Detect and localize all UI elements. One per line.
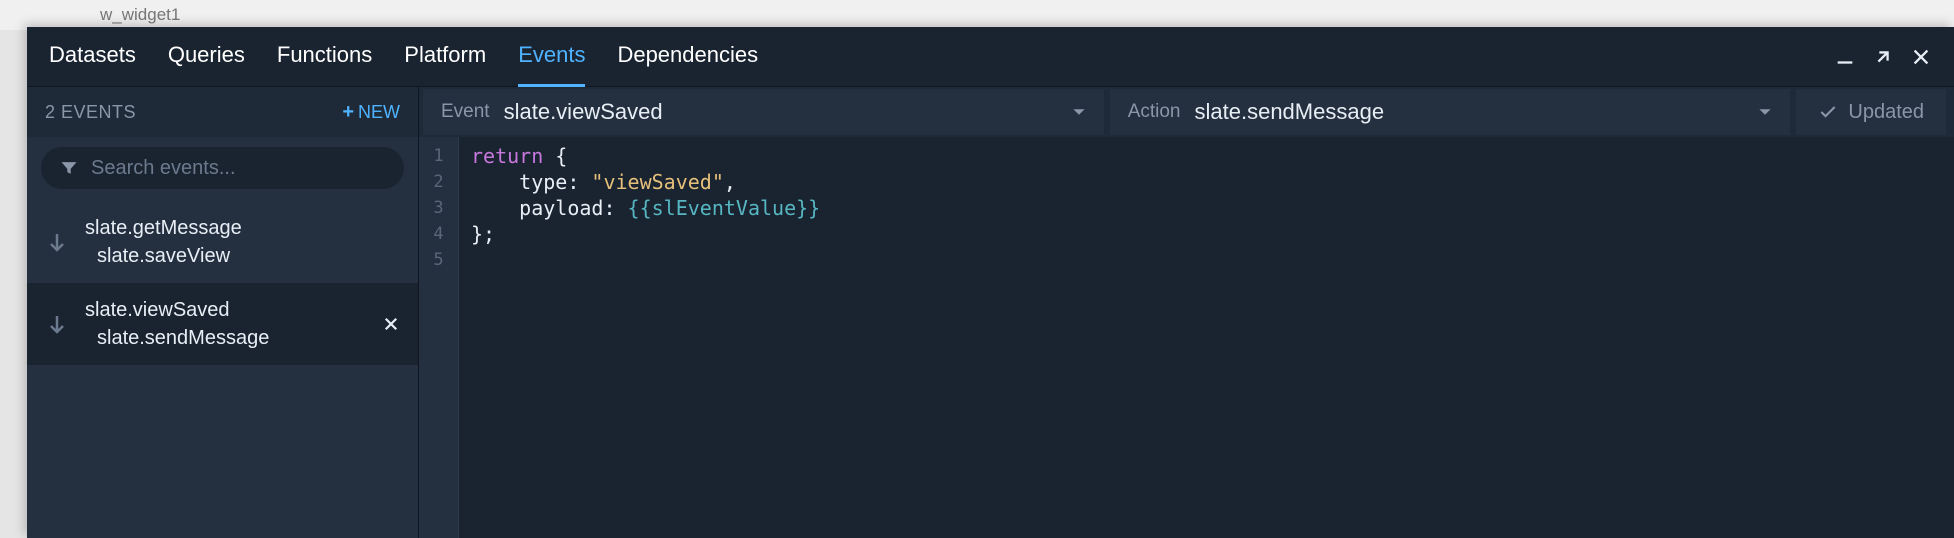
status-button: Updated bbox=[1796, 89, 1946, 135]
code-token-plain: type: bbox=[471, 170, 591, 194]
tabs-bar: Datasets Queries Functions Platform Events De… bbox=[27, 27, 1954, 87]
arrow-down-icon bbox=[45, 312, 69, 336]
tab-datasets[interactable]: Datasets bbox=[49, 27, 136, 87]
window-controls bbox=[1834, 46, 1932, 68]
events-sidebar: 2 EVENTS + NEW slate.getMessageslate.sav… bbox=[27, 87, 419, 538]
code-token-brace: { bbox=[555, 144, 567, 168]
event-item-action: slate.sendMessage bbox=[85, 325, 366, 351]
panel-body: 2 EVENTS + NEW slate.getMessageslate.sav… bbox=[27, 87, 1954, 538]
tab-functions[interactable]: Functions bbox=[277, 27, 372, 87]
caret-down-icon bbox=[1758, 105, 1772, 119]
gutter-line-number: 5 bbox=[419, 247, 458, 273]
event-dd-label: Event bbox=[441, 101, 490, 123]
action-dd-value: slate.sendMessage bbox=[1195, 99, 1745, 125]
new-event-button[interactable]: + NEW bbox=[342, 101, 400, 124]
config-bar: Event slate.viewSaved Action slate.sendM… bbox=[419, 87, 1954, 137]
event-item-texts: slate.getMessageslate.saveView bbox=[85, 215, 400, 269]
arrow-down-icon bbox=[45, 230, 69, 254]
code-token-string: "viewSaved" bbox=[591, 170, 723, 194]
tab-dependencies[interactable]: Dependencies bbox=[617, 27, 758, 87]
event-list-item[interactable]: slate.getMessageslate.saveView bbox=[27, 201, 418, 283]
code-line[interactable] bbox=[471, 247, 1942, 273]
action-dd-label: Action bbox=[1128, 101, 1181, 123]
event-item-action: slate.saveView bbox=[85, 243, 400, 269]
event-list-item[interactable]: slate.viewSavedslate.sendMessage bbox=[27, 283, 418, 365]
event-item-event: slate.viewSaved bbox=[85, 297, 366, 323]
events-count-label: 2 EVENTS bbox=[45, 102, 136, 123]
action-dropdown[interactable]: Action slate.sendMessage bbox=[1110, 89, 1791, 135]
line-gutter: 12345 bbox=[419, 137, 459, 538]
plus-icon: + bbox=[342, 101, 354, 124]
search-box[interactable] bbox=[41, 147, 404, 189]
tabs-list: Datasets Queries Functions Platform Events De… bbox=[49, 27, 1834, 87]
code-editor[interactable]: 12345 return { type: "viewSaved", payloa… bbox=[419, 137, 1954, 538]
code-content[interactable]: return { type: "viewSaved", payload: {{s… bbox=[459, 137, 1954, 538]
code-token-keyword: return bbox=[471, 144, 543, 168]
gutter-line-number: 2 bbox=[419, 169, 458, 195]
popout-icon[interactable] bbox=[1872, 46, 1894, 68]
tab-queries[interactable]: Queries bbox=[168, 27, 245, 87]
gutter-line-number: 1 bbox=[419, 143, 458, 169]
code-line[interactable]: type: "viewSaved", bbox=[471, 169, 1942, 195]
main-area: Event slate.viewSaved Action slate.sendM… bbox=[419, 87, 1954, 538]
event-item-texts: slate.viewSavedslate.sendMessage bbox=[85, 297, 366, 351]
code-line[interactable]: }; bbox=[471, 221, 1942, 247]
background-breadcrumb: w_widget1 bbox=[0, 0, 1954, 30]
events-panel: Datasets Queries Functions Platform Events De… bbox=[27, 27, 1954, 538]
tab-platform[interactable]: Platform bbox=[404, 27, 486, 87]
code-line[interactable]: return { bbox=[471, 143, 1942, 169]
code-token-plain bbox=[543, 144, 555, 168]
tab-events[interactable]: Events bbox=[518, 27, 585, 87]
sidebar-header: 2 EVENTS + NEW bbox=[27, 87, 418, 137]
status-label: Updated bbox=[1848, 101, 1924, 124]
gutter-line-number: 3 bbox=[419, 195, 458, 221]
gutter-line-number: 4 bbox=[419, 221, 458, 247]
event-item-event: slate.getMessage bbox=[85, 215, 400, 241]
code-token-plain: , bbox=[724, 170, 736, 194]
filter-icon bbox=[59, 158, 79, 178]
code-token-brace: }; bbox=[471, 222, 495, 246]
delete-event-icon[interactable] bbox=[382, 315, 400, 333]
breadcrumb-text: w_widget1 bbox=[100, 5, 180, 25]
search-input[interactable] bbox=[91, 157, 386, 180]
code-line[interactable]: payload: {{slEventValue}} bbox=[471, 195, 1942, 221]
caret-down-icon bbox=[1072, 105, 1086, 119]
new-label: NEW bbox=[358, 102, 400, 123]
event-dd-value: slate.viewSaved bbox=[504, 99, 1058, 125]
close-icon[interactable] bbox=[1910, 46, 1932, 68]
code-token-plain: payload: bbox=[471, 196, 628, 220]
check-icon bbox=[1818, 102, 1838, 122]
search-wrap bbox=[27, 137, 418, 201]
event-dropdown[interactable]: Event slate.viewSaved bbox=[423, 89, 1104, 135]
minimize-icon[interactable] bbox=[1834, 46, 1856, 68]
event-list: slate.getMessageslate.saveView slate.view… bbox=[27, 201, 418, 538]
code-token-var: {{slEventValue}} bbox=[628, 196, 821, 220]
